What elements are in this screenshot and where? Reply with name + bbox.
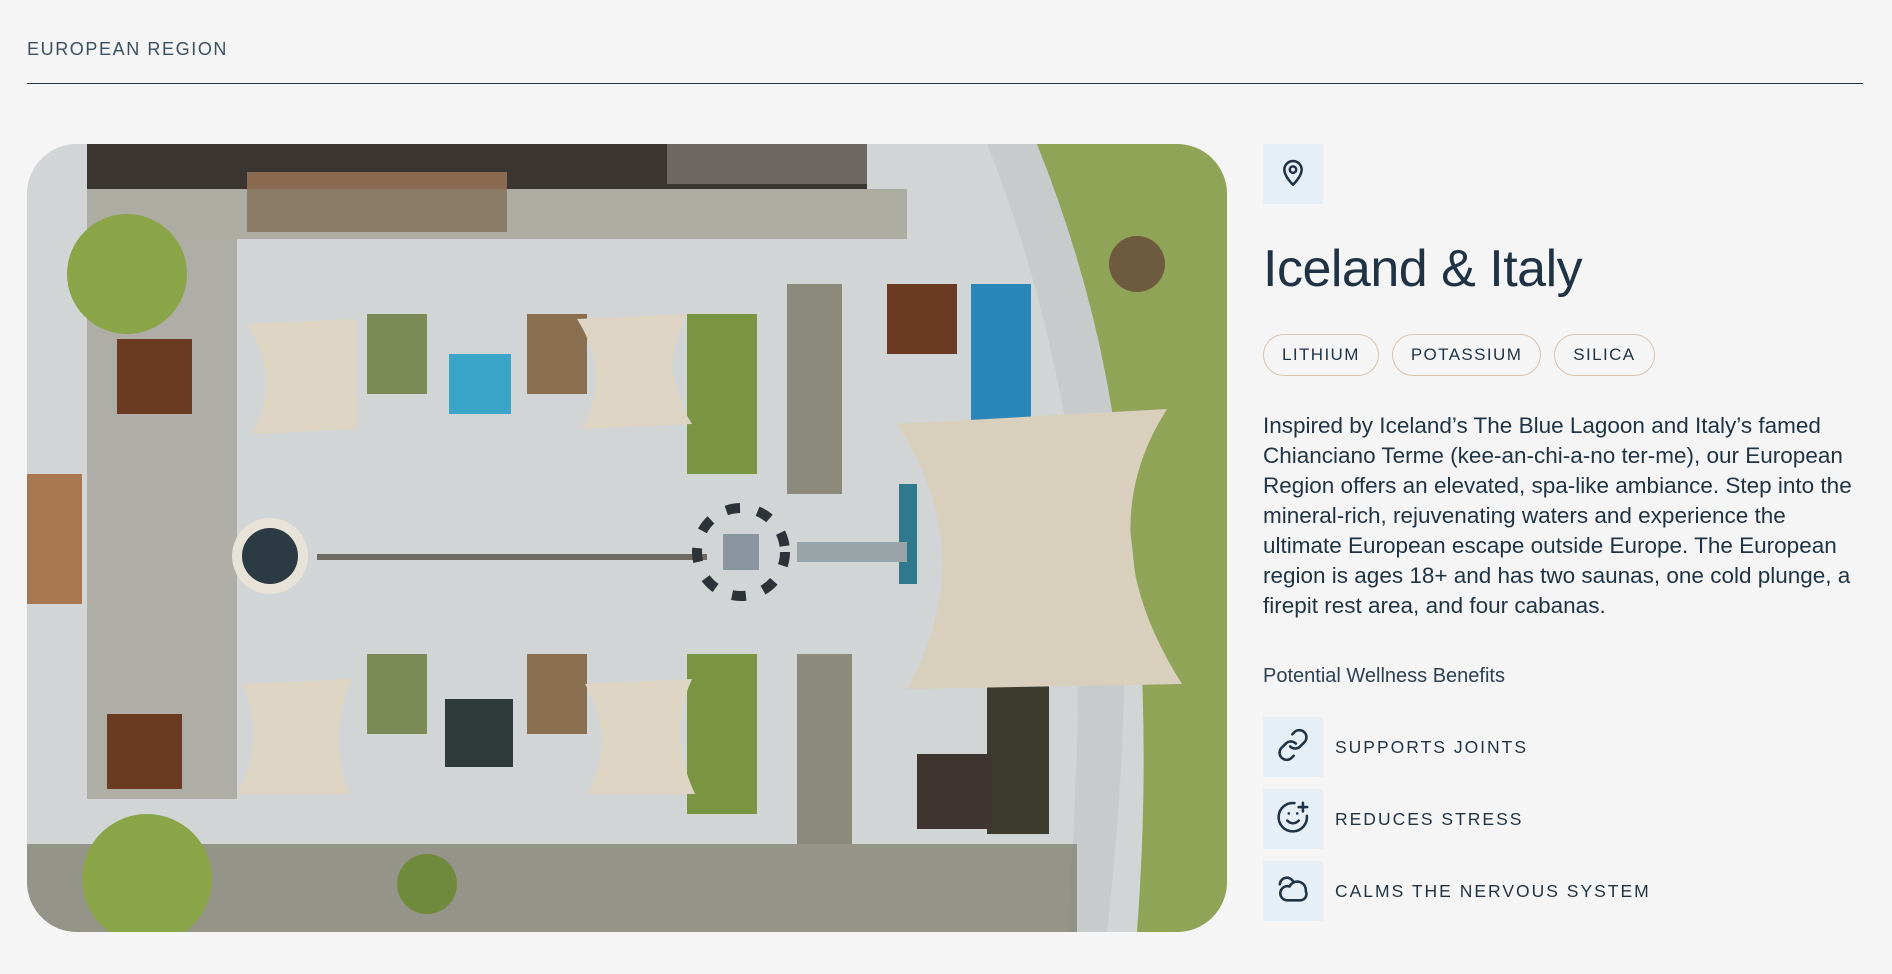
tag-potassium: POTASSIUM — [1391, 334, 1542, 376]
section-header: EUROPEAN REGION — [27, 36, 1863, 84]
region-description: Inspired by Iceland’s The Blue Lagoon an… — [1263, 413, 1852, 618]
benefit-label: REDUCES STRESS — [1335, 808, 1524, 829]
link-icon — [1276, 728, 1310, 767]
benefit-list: SUPPORTS JOINTS REDUCES STRESS CALMS THE… — [1263, 717, 1863, 921]
region-info: Iceland & Italy LITHIUM POTASSIUM SILICA… — [1263, 144, 1863, 921]
benefit-item-calms-nervous-system: CALMS THE NERVOUS SYSTEM — [1263, 861, 1863, 921]
section-title: EUROPEAN REGION — [27, 39, 229, 59]
page: EUROPEAN REGION Iceland & Italy LITHIUM … — [0, 0, 1892, 974]
smile-plus-icon — [1276, 800, 1310, 839]
tag-lithium: LITHIUM — [1263, 334, 1379, 376]
benefits-title: Potential Wellness Benefits — [1263, 665, 1505, 687]
location-icon-box — [1263, 144, 1323, 204]
benefit-item-supports-joints: SUPPORTS JOINTS — [1263, 717, 1863, 777]
map-pin-icon — [1277, 156, 1309, 193]
benefit-label: CALMS THE NERVOUS SYSTEM — [1335, 880, 1651, 901]
region-photo — [27, 144, 1227, 932]
benefit-label: SUPPORTS JOINTS — [1335, 736, 1529, 757]
benefit-icon-box — [1263, 861, 1323, 921]
benefit-item-reduces-stress: REDUCES STRESS — [1263, 789, 1863, 849]
cloud-icon — [1276, 872, 1310, 911]
tag-silica: SILICA — [1554, 334, 1655, 376]
location-title: Iceland & Italy — [1263, 240, 1583, 298]
benefit-icon-box — [1263, 789, 1323, 849]
benefit-icon-box — [1263, 717, 1323, 777]
mineral-tags: LITHIUM POTASSIUM SILICA — [1263, 334, 1863, 376]
